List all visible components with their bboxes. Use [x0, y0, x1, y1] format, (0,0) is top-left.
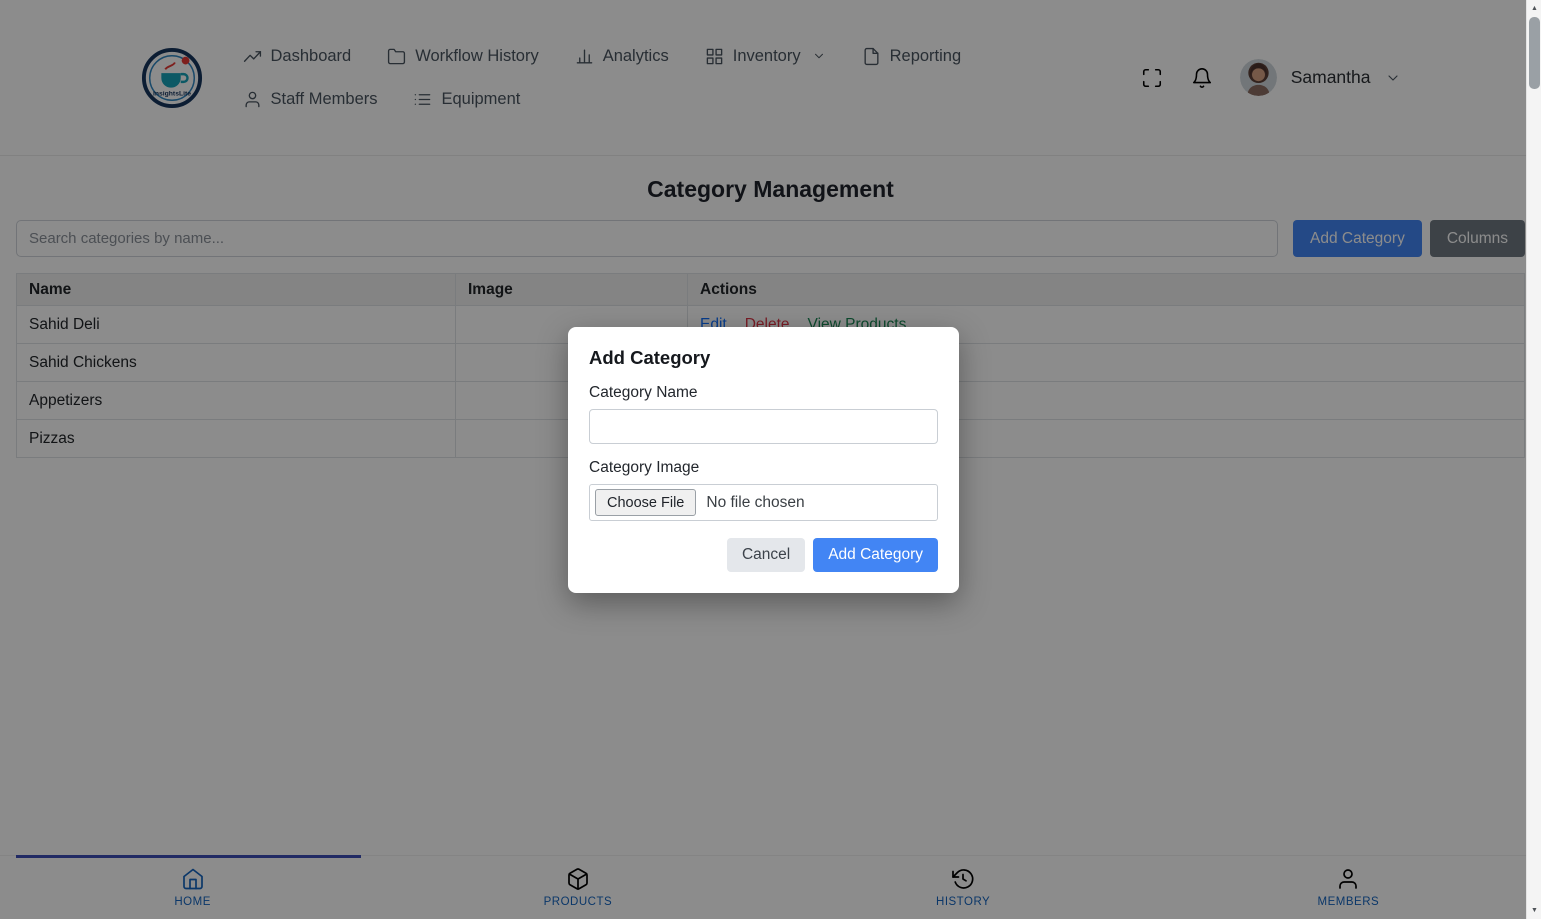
page: InsightsLite Dashboard Workflow History …: [0, 0, 1541, 919]
category-image-label: Category Image: [589, 459, 700, 476]
modal-add-category-button[interactable]: Add Category: [813, 538, 938, 572]
choose-file-button[interactable]: Choose File: [595, 489, 697, 516]
modal-actions: Cancel Add Category: [589, 538, 938, 572]
modal-title: Add Category: [589, 347, 711, 368]
category-name-input[interactable]: [589, 409, 938, 444]
category-image-file-input[interactable]: Choose File No file chosen: [589, 484, 938, 521]
category-name-label: Category Name: [589, 384, 698, 401]
file-status-text: No file chosen: [706, 493, 805, 511]
add-category-modal: Add Category Category Name Category Imag…: [568, 327, 959, 593]
cancel-button[interactable]: Cancel: [726, 538, 806, 572]
scroll-down-button[interactable]: ▼: [1527, 903, 1541, 918]
scroll-up-button[interactable]: ▲: [1527, 1, 1541, 16]
scrollbar-thumb[interactable]: [1529, 17, 1540, 89]
vertical-scrollbar: ▲ ▼: [1526, 0, 1541, 919]
